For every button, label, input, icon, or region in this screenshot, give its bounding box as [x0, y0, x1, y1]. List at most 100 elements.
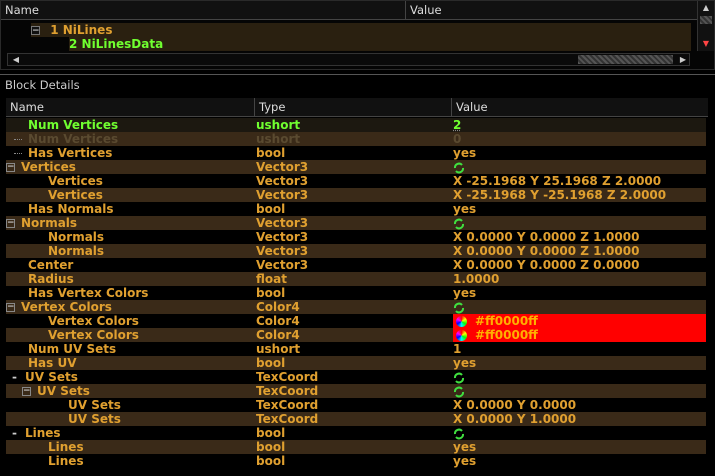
row-name-cell[interactable]: - Lines — [6, 426, 254, 440]
details-row[interactable]: Lines bool yes — [6, 440, 706, 454]
row-value-cell[interactable] — [453, 384, 706, 398]
tree-horizontal-scrollbar[interactable]: ◀ ▶ — [7, 53, 690, 66]
details-row[interactable]: − Vertex Colors Color4 — [6, 300, 706, 314]
row-value-cell[interactable]: #ff0000ff — [453, 328, 706, 342]
row-value-cell[interactable]: 0 — [453, 132, 706, 146]
row-value-cell[interactable]: 1.0000 — [453, 272, 706, 286]
row-value-cell[interactable]: X 0.0000 Y 1.0000 — [453, 412, 706, 426]
row-value-cell[interactable] — [453, 426, 706, 440]
collapse-icon[interactable]: − — [6, 303, 15, 312]
scrollbar-thumb[interactable] — [700, 16, 712, 24]
details-row[interactable]: Radius float 1.0000 — [6, 272, 706, 286]
row-name-cell[interactable]: - UV Sets — [6, 370, 254, 384]
scroll-left-icon[interactable]: ◀ — [8, 53, 24, 67]
row-value-cell[interactable] — [453, 370, 706, 384]
details-row[interactable]: Normals Vector3 X 0.0000 Y 0.0000 Z 1.0000 — [6, 230, 706, 244]
row-name-cell[interactable]: Num UV Sets — [6, 342, 254, 356]
details-row[interactable]: Has Normals bool yes — [6, 202, 706, 216]
row-value-cell[interactable]: X 0.0000 Y 0.0000 — [453, 398, 706, 412]
array-refresh-icon[interactable] — [453, 162, 465, 174]
collapse-icon[interactable]: - — [12, 426, 17, 440]
row-name-cell[interactable]: UV Sets — [6, 398, 254, 412]
header-name[interactable]: Name — [6, 98, 255, 116]
row-name-cell[interactable]: Has UV — [6, 356, 254, 370]
array-refresh-icon[interactable] — [453, 372, 465, 384]
details-row[interactable]: − Normals Vector3 — [6, 216, 706, 230]
row-name-cell[interactable]: Normals — [6, 244, 254, 258]
details-row[interactable]: Num Vertices ushort 0 — [6, 132, 706, 146]
row-value-cell[interactable]: 2 — [453, 118, 706, 132]
scroll-down-icon[interactable]: ▼ — [698, 37, 714, 51]
scroll-up-icon[interactable]: ▲ — [698, 1, 714, 15]
scrollbar-thumb[interactable] — [578, 55, 673, 64]
details-row[interactable]: Center Vector3 X 0.0000 Y 0.0000 Z 0.0000 — [6, 258, 706, 272]
collapse-icon[interactable]: - — [12, 370, 17, 384]
details-row[interactable]: Has Vertices bool yes — [6, 146, 706, 160]
details-row[interactable]: Vertex Colors Color4 #ff0000ff — [6, 314, 706, 328]
details-row[interactable]: UV Sets TexCoord X 0.0000 Y 1.0000 — [6, 412, 706, 426]
row-name-cell[interactable]: Vertices — [6, 188, 254, 202]
details-row[interactable]: − UV Sets TexCoord — [6, 384, 706, 398]
color-wheel-icon[interactable] — [456, 330, 467, 341]
details-row[interactable]: Num Vertices ushort 2 — [6, 118, 706, 132]
details-row[interactable]: − Vertices Vector3 — [6, 160, 706, 174]
row-value-cell[interactable]: 1 — [453, 342, 706, 356]
details-row[interactable]: Normals Vector3 X 0.0000 Y 0.0000 Z 1.0000 — [6, 244, 706, 258]
collapse-icon[interactable]: − — [6, 163, 15, 172]
details-row[interactable]: - Lines bool — [6, 426, 706, 440]
array-refresh-icon[interactable] — [453, 218, 465, 230]
scroll-right-icon[interactable]: ▶ — [675, 53, 691, 67]
collapse-icon[interactable]: − — [31, 26, 40, 36]
row-name-cell[interactable]: Vertices — [6, 174, 254, 188]
row-value-cell[interactable]: yes — [453, 202, 706, 216]
row-name-cell[interactable]: Has Vertex Colors — [6, 286, 254, 300]
details-row[interactable]: UV Sets TexCoord X 0.0000 Y 0.0000 — [6, 398, 706, 412]
row-name-cell[interactable]: Lines — [6, 440, 254, 454]
row-value-cell[interactable]: yes — [453, 286, 706, 300]
tree-header-value[interactable]: Value — [406, 1, 698, 19]
row-value-cell[interactable]: yes — [453, 454, 706, 468]
row-value-cell[interactable]: yes — [453, 440, 706, 454]
header-value[interactable]: Value — [452, 98, 708, 116]
row-name-cell[interactable]: UV Sets — [6, 412, 254, 426]
row-value-cell[interactable]: X -25.1968 Y 25.1968 Z 2.0000 — [453, 174, 706, 188]
tree-header-name[interactable]: Name — [1, 1, 406, 19]
row-name-cell[interactable]: Center — [6, 258, 254, 272]
details-row[interactable]: - UV Sets TexCoord — [6, 370, 706, 384]
row-name-cell[interactable]: Lines — [6, 454, 254, 468]
array-refresh-icon[interactable] — [453, 302, 465, 314]
row-name-cell[interactable]: Num Vertices — [6, 132, 254, 146]
row-name-cell[interactable]: Normals — [6, 230, 254, 244]
details-row[interactable]: Has UV bool yes — [6, 356, 706, 370]
row-value-cell[interactable]: X 0.0000 Y 0.0000 Z 0.0000 — [453, 258, 706, 272]
row-name-cell[interactable]: Radius — [6, 272, 254, 286]
row-name-cell[interactable]: − Vertex Colors — [6, 300, 254, 314]
details-row[interactable]: Vertices Vector3 X -25.1968 Y 25.1968 Z 2.… — [6, 174, 706, 188]
collapse-icon[interactable]: − — [22, 387, 31, 396]
row-value-cell[interactable]: X 0.0000 Y 0.0000 Z 1.0000 — [453, 230, 706, 244]
row-value-cell[interactable]: yes — [453, 356, 706, 370]
tree-vertical-scrollbar[interactable]: ▲ ▼ — [697, 1, 714, 51]
details-row[interactable]: Vertices Vector3 X -25.1968 Y -25.1968 Z 2… — [6, 188, 706, 202]
row-name-cell[interactable]: Has Vertices — [6, 146, 254, 160]
row-name-cell[interactable]: Num Vertices — [6, 118, 254, 132]
array-refresh-icon[interactable] — [453, 386, 465, 398]
row-value-cell[interactable] — [453, 160, 706, 174]
row-name-cell[interactable]: Has Normals — [6, 202, 254, 216]
row-value-cell[interactable]: #ff0000ff — [453, 314, 706, 328]
row-name-cell[interactable]: − Vertices — [6, 160, 254, 174]
panel-divider[interactable] — [0, 74, 715, 75]
collapse-icon[interactable]: − — [6, 219, 15, 228]
row-value-cell[interactable]: X -25.1968 Y -25.1968 Z 2.0000 — [453, 188, 706, 202]
details-row[interactable]: Num UV Sets ushort 1 — [6, 342, 706, 356]
details-row[interactable]: Vertex Colors Color4 #ff0000ff — [6, 328, 706, 342]
details-row[interactable]: Lines bool yes — [6, 454, 706, 468]
row-value-cell[interactable] — [453, 216, 706, 230]
details-row[interactable]: Has Vertex Colors bool yes — [6, 286, 706, 300]
row-value-cell[interactable] — [453, 300, 706, 314]
color-wheel-icon[interactable] — [456, 316, 467, 327]
row-name-cell[interactable]: − UV Sets — [6, 384, 254, 398]
tree-node-nilines[interactable]: − 1 NiLines — [31, 23, 691, 37]
header-type[interactable]: Type — [255, 98, 452, 116]
row-name-cell[interactable]: Vertex Colors — [6, 328, 254, 342]
